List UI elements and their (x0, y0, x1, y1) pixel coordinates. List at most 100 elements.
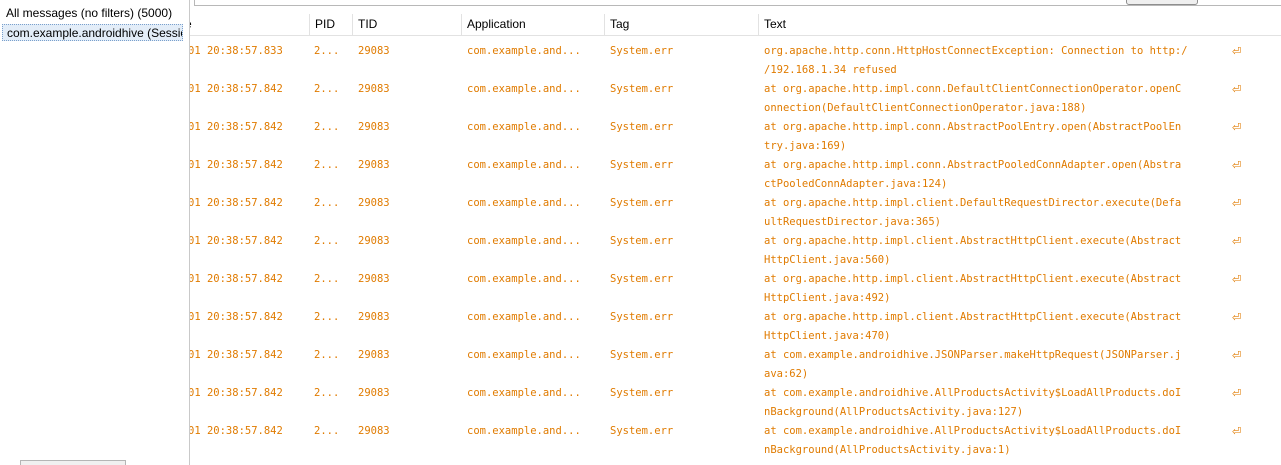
search-input[interactable] (194, 0, 1281, 6)
column-header-text[interactable]: Text (759, 14, 1281, 35)
log-pid: 2... (314, 197, 340, 209)
log-time: 01 20:38:57.833 (190, 45, 283, 57)
log-tid: 29083 (358, 425, 390, 437)
log-time: 01 20:38:57.842 (190, 387, 283, 399)
search-button[interactable] (1126, 0, 1198, 5)
log-table: e PID TID Application Tag Text 01 20:38:… (190, 14, 1281, 465)
log-row[interactable]: 01 20:38:57.842 2... 29083 com.example.and.… (190, 188, 1281, 228)
log-pid: 2... (314, 121, 340, 133)
log-row[interactable]: 01 20:38:57.842 2... 29083 com.example.and.… (190, 264, 1281, 304)
log-application: com.example.and... (467, 273, 581, 285)
log-text-line-1: at org.apache.http.impl.client.AbstractH… (764, 273, 1182, 285)
wrap-arrow-icon: ⏎ (1232, 349, 1242, 362)
log-row[interactable]: 01 20:38:57.842 2... 29083 com.example.and.… (190, 340, 1281, 380)
log-tid: 29083 (358, 83, 390, 95)
wrap-arrow-icon: ⏎ (1232, 425, 1242, 438)
log-row[interactable]: 01 20:38:57.842 2... 29083 com.example.and.… (190, 74, 1281, 114)
wrap-arrow-icon: ⏎ (1232, 197, 1242, 210)
log-time: 01 20:38:57.842 (190, 159, 283, 171)
log-time-clip: 01 20:38:57.842 (190, 112, 310, 150)
log-time-clip: 01 20:38:57.842 (190, 226, 310, 264)
log-time: 01 20:38:57.842 (190, 311, 283, 323)
log-row[interactable]: 01 20:38:57.842 2... 29083 com.example.and.… (190, 150, 1281, 190)
column-header-tag[interactable]: Tag (605, 14, 759, 35)
log-time-clip: 01 20:38:57.842 (190, 150, 310, 188)
log-text-line-1: at com.example.androidhive.AllProductsAc… (764, 387, 1182, 399)
wrap-arrow-icon: ⏎ (1232, 83, 1242, 96)
log-time: 01 20:38:57.842 (190, 235, 283, 247)
log-time-clip: 01 20:38:57.842 (190, 378, 310, 416)
log-text-line-1: at org.apache.http.impl.client.DefaultRe… (764, 197, 1182, 209)
log-pid: 2... (314, 311, 340, 323)
log-text-line-1: at com.example.androidhive.AllProductsAc… (764, 425, 1182, 437)
log-time-clip: 01 20:38:57.842 (190, 416, 310, 454)
log-tid: 29083 (358, 387, 390, 399)
log-row[interactable]: 01 20:38:57.842 2... 29083 com.example.and.… (190, 416, 1281, 456)
log-row[interactable]: 01 20:38:57.842 2... 29083 com.example.and.… (190, 302, 1281, 342)
log-text-line-2: nBackground(AllProductsActivity.java:1) (764, 444, 1011, 456)
log-tag: System.err (610, 197, 674, 209)
log-tid: 29083 (358, 197, 390, 209)
log-tid: 29083 (358, 349, 390, 361)
filter-app-session[interactable]: com.example.androidhive (Sessio (2, 24, 183, 41)
log-tag: System.err (610, 349, 674, 361)
log-application: com.example.and... (467, 83, 581, 95)
wrap-arrow-icon: ⏎ (1232, 311, 1242, 324)
log-time-clip: 01 20:38:57.842 (190, 264, 310, 302)
log-tag: System.err (610, 121, 674, 133)
log-time: 01 20:38:57.842 (190, 197, 283, 209)
log-application: com.example.and... (467, 235, 581, 247)
log-application: com.example.and... (467, 311, 581, 323)
log-time-clip: 01 20:38:57.842 (190, 74, 310, 112)
log-application: com.example.and... (467, 45, 581, 57)
log-time-clip: 01 20:38:57.842 (190, 302, 310, 340)
column-header-time[interactable]: e (190, 14, 310, 35)
filter-panel-scrollbar[interactable] (20, 460, 126, 465)
column-header-application[interactable]: Application (462, 14, 605, 35)
log-time: 01 20:38:57.842 (190, 349, 283, 361)
log-application: com.example.and... (467, 121, 581, 133)
column-header-pid[interactable]: PID (310, 14, 353, 35)
log-tid: 29083 (358, 121, 390, 133)
log-time: 01 20:38:57.842 (190, 425, 283, 437)
column-header-tid[interactable]: TID (353, 14, 462, 35)
log-text-line-1: at org.apache.http.impl.conn.AbstractPoo… (764, 121, 1182, 133)
log-application: com.example.and... (467, 197, 581, 209)
log-tag: System.err (610, 425, 674, 437)
logcat-filter-panel: All messages (no filters) (5000) com.exa… (0, 0, 190, 465)
log-application: com.example.and... (467, 425, 581, 437)
log-pid: 2... (314, 273, 340, 285)
log-tid: 29083 (358, 235, 390, 247)
log-pid: 2... (314, 159, 340, 171)
log-tag: System.err (610, 159, 674, 171)
log-tag: System.err (610, 273, 674, 285)
log-time-clip: 01 20:38:57.842 (190, 340, 310, 378)
log-pid: 2... (314, 387, 340, 399)
wrap-arrow-icon: ⏎ (1232, 387, 1242, 400)
wrap-arrow-icon: ⏎ (1232, 121, 1242, 134)
log-text-line-1: org.apache.http.conn.HttpHostConnectExce… (764, 45, 1188, 57)
log-text-line-1: at org.apache.http.impl.conn.DefaultClie… (764, 83, 1182, 95)
log-row[interactable]: 01 20:38:57.842 2... 29083 com.example.and.… (190, 112, 1281, 152)
log-pid: 2... (314, 45, 340, 57)
log-tag: System.err (610, 45, 674, 57)
log-tid: 29083 (358, 273, 390, 285)
log-application: com.example.and... (467, 349, 581, 361)
log-application: com.example.and... (467, 387, 581, 399)
log-time: 01 20:38:57.842 (190, 273, 283, 285)
filter-all-messages[interactable]: All messages (no filters) (5000) (2, 5, 183, 22)
log-text-line-1: at com.example.androidhive.JSONParser.ma… (764, 349, 1182, 361)
log-text-line-1: at org.apache.http.impl.client.AbstractH… (764, 311, 1182, 323)
wrap-arrow-icon: ⏎ (1232, 159, 1242, 172)
log-time-clip: 01 20:38:57.833 (190, 36, 310, 74)
log-pid: 2... (314, 425, 340, 437)
log-pid: 2... (314, 349, 340, 361)
log-text-line-1: at org.apache.http.impl.conn.AbstractPoo… (764, 159, 1182, 171)
log-row[interactable]: 01 20:38:57.842 2... 29083 com.example.and.… (190, 378, 1281, 418)
log-time: 01 20:38:57.842 (190, 83, 283, 95)
log-row[interactable]: 01 20:38:57.833 2... 29083 com.example.and.… (190, 36, 1281, 76)
log-tag: System.err (610, 311, 674, 323)
log-tag: System.err (610, 387, 674, 399)
wrap-arrow-icon: ⏎ (1232, 235, 1242, 248)
log-row[interactable]: 01 20:38:57.842 2... 29083 com.example.and.… (190, 226, 1281, 266)
